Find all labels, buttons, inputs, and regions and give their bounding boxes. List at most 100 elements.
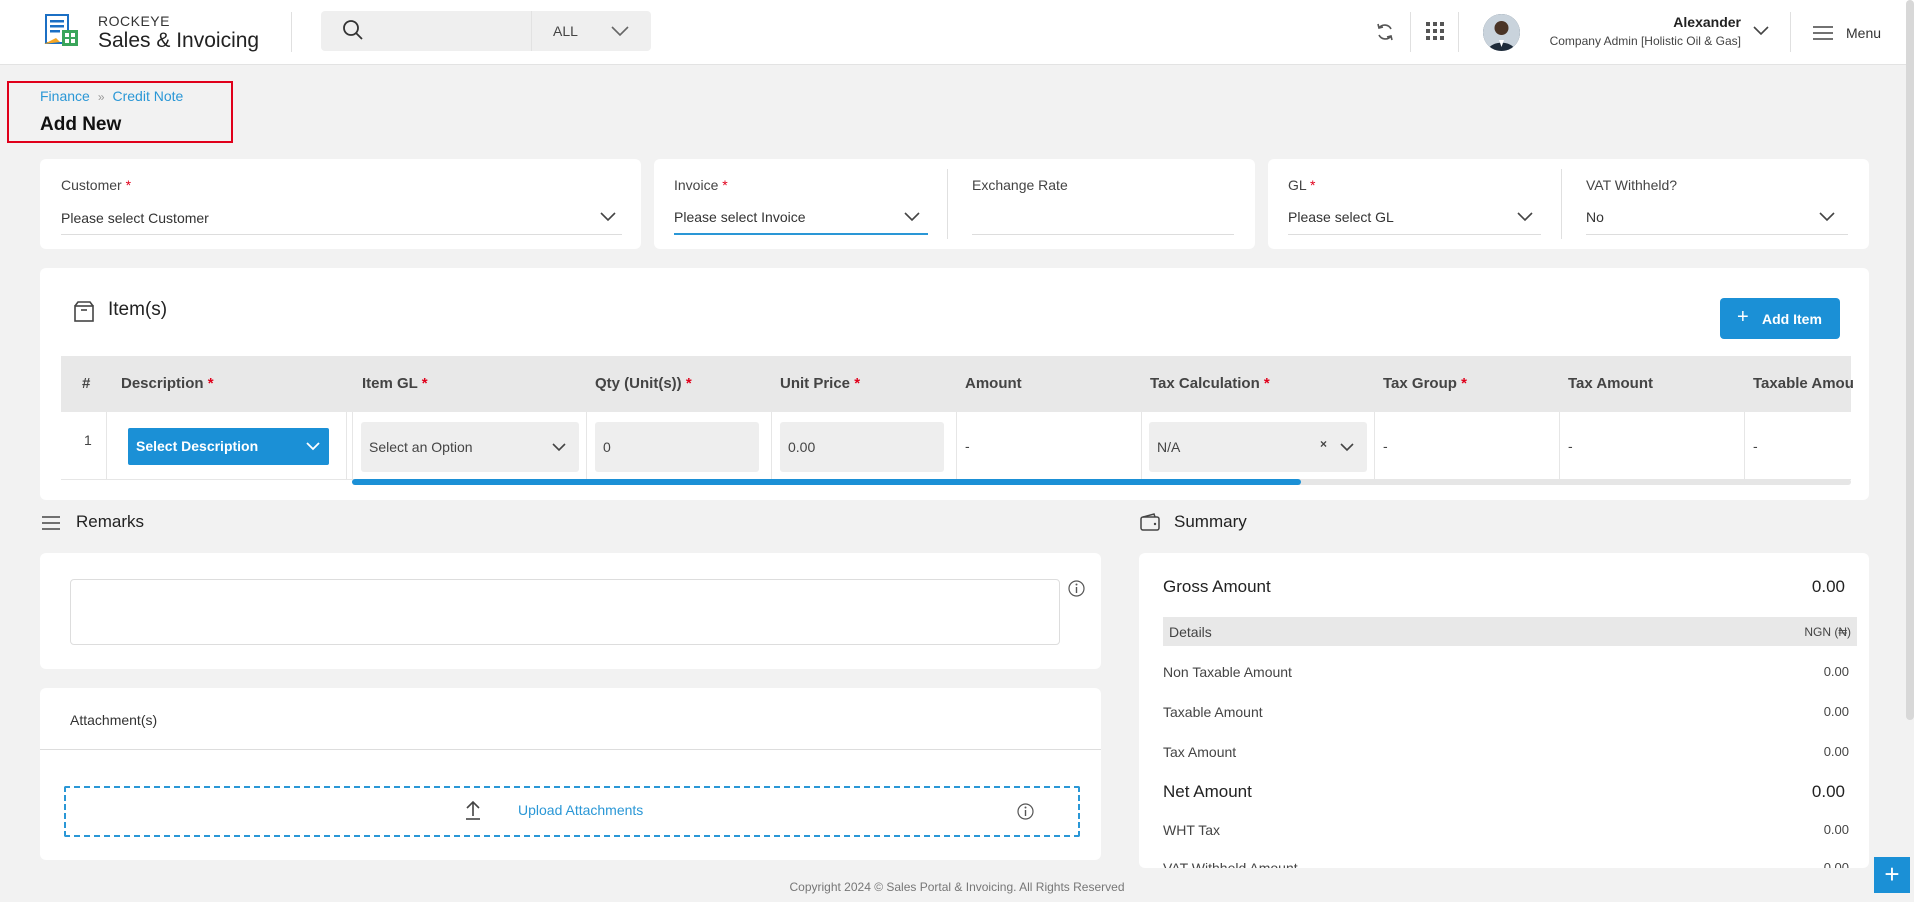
apps-grid-icon[interactable] xyxy=(1426,22,1444,40)
invoice-select[interactable]: Please select Invoice xyxy=(674,209,806,225)
global-search[interactable]: ALL xyxy=(321,11,651,51)
chevron-down-icon xyxy=(611,26,629,37)
list-lines-icon xyxy=(42,516,60,530)
menu-button-label[interactable]: Menu xyxy=(1846,25,1881,41)
gl-label: GL * xyxy=(1288,177,1316,193)
header-divider xyxy=(1410,12,1411,52)
tax-group-value: - xyxy=(1383,438,1388,454)
remarks-textarea[interactable] xyxy=(70,579,1060,645)
field-divider xyxy=(1561,169,1562,239)
cell-divider xyxy=(1744,412,1745,480)
items-section-title: Item(s) xyxy=(108,299,168,320)
vat-withheld-select[interactable]: No xyxy=(1586,209,1604,225)
info-icon[interactable] xyxy=(1017,803,1034,820)
amount-value: - xyxy=(965,438,970,454)
invoice-card: Invoice * Please select Invoice Exchange… xyxy=(654,159,1255,249)
gl-select[interactable]: Please select GL xyxy=(1288,209,1394,225)
upload-attachments-dropzone[interactable]: Upload Attachments xyxy=(64,786,1080,837)
header-divider xyxy=(1790,12,1791,52)
attachments-divider xyxy=(40,749,1101,750)
gl-underline xyxy=(1288,234,1541,235)
info-icon[interactable] xyxy=(1068,580,1085,597)
header-divider xyxy=(1458,12,1459,52)
invoice-underline-focused xyxy=(674,233,928,235)
cell-divider xyxy=(352,412,353,480)
brand-name: Sales & Invoicing xyxy=(98,29,260,52)
chevron-down-icon[interactable] xyxy=(903,210,921,224)
clear-icon[interactable]: × xyxy=(1320,437,1327,451)
col-description: Description * xyxy=(121,375,214,392)
chevron-down-icon xyxy=(306,442,320,451)
cell-divider xyxy=(771,412,772,480)
summary-title: Summary xyxy=(1174,512,1247,531)
chevron-down-icon[interactable] xyxy=(1818,210,1836,224)
chevron-down-icon[interactable] xyxy=(1752,24,1770,38)
chevron-down-icon xyxy=(552,443,566,452)
header-divider xyxy=(291,12,292,52)
taxable-amount-value: - xyxy=(1753,438,1758,454)
gross-amount-label: Gross Amount xyxy=(1163,577,1271,596)
customer-card: Customer * Please select Customer xyxy=(40,159,641,249)
col-tax-group: Tax Group * xyxy=(1383,375,1467,392)
user-name: Alexander xyxy=(1673,14,1741,30)
user-role: Company Admin [Holistic Oil & Gas] xyxy=(1549,34,1741,48)
unit-price-input[interactable]: 0.00 xyxy=(780,422,944,472)
col-qty: Qty (Unit(s)) * xyxy=(595,375,692,392)
refresh-icon[interactable] xyxy=(1375,22,1395,42)
breadcrumb-separator-icon: » xyxy=(97,90,105,104)
net-amount-label: Net Amount xyxy=(1163,782,1252,801)
exchange-rate-underline xyxy=(972,234,1234,235)
breadcrumb-finance-link[interactable]: Finance xyxy=(40,88,90,104)
box-icon xyxy=(74,301,94,322)
col-index: # xyxy=(82,375,91,392)
chevron-down-icon[interactable] xyxy=(599,210,617,224)
net-amount-value: 0.00 xyxy=(1811,782,1845,801)
details-label: Details xyxy=(1169,624,1212,640)
currency-label: NGN (₦) xyxy=(1804,625,1851,639)
hamburger-menu-icon[interactable] xyxy=(1813,25,1833,41)
floating-add-button[interactable]: + xyxy=(1874,857,1910,893)
wallet-icon xyxy=(1140,513,1160,531)
cell-divider xyxy=(586,412,587,480)
remarks-title: Remarks xyxy=(76,512,145,531)
vat-withheld-label: VAT Withheld? xyxy=(1586,177,1678,193)
footer-copyright: Copyright 2024 © Sales Portal & Invoicin… xyxy=(789,880,1125,894)
chevron-down-icon[interactable] xyxy=(1516,210,1534,224)
chevron-down-icon xyxy=(1340,443,1354,452)
vat-withheld-row-clipped: VAT Withheld Amount 0.00 xyxy=(1163,860,1849,868)
exchange-rate-label: Exchange Rate xyxy=(972,177,1068,193)
page-title: Add New xyxy=(40,114,122,135)
attachments-title: Attachment(s) xyxy=(70,712,158,728)
cell-divider xyxy=(1141,412,1142,480)
qty-input[interactable]: 0 xyxy=(595,422,759,472)
cell-divider xyxy=(1374,412,1375,480)
breadcrumb: Finance » Credit Note xyxy=(40,88,183,104)
customer-select[interactable]: Please select Customer xyxy=(61,210,209,226)
search-icon[interactable] xyxy=(342,19,364,41)
exchange-rate-input[interactable] xyxy=(972,209,1234,229)
vat-withheld-underline xyxy=(1586,234,1848,235)
search-scope-select[interactable]: ALL xyxy=(531,11,651,51)
customer-underline xyxy=(61,234,622,235)
customer-label: Customer * xyxy=(61,177,132,193)
field-divider xyxy=(947,169,948,239)
top-bar: ROCKEYE Sales & Invoicing ALL Alexander xyxy=(0,0,1914,65)
table-scrollbar-thumb[interactable] xyxy=(352,479,1301,485)
search-scope-label: ALL xyxy=(553,23,578,39)
col-item-gl: Item GL * xyxy=(362,375,428,392)
gross-amount-value: 0.00 xyxy=(1811,577,1845,596)
breadcrumb-credit-note-link[interactable]: Credit Note xyxy=(113,88,184,104)
avatar[interactable] xyxy=(1483,14,1520,51)
item-gl-select[interactable]: Select an Option xyxy=(361,422,579,472)
add-item-button[interactable]: + Add Item xyxy=(1720,298,1840,339)
upload-icon xyxy=(466,800,480,820)
page-scrollbar[interactable] xyxy=(1906,0,1914,720)
items-table-header: # Description * Item GL * Qty (Unit(s)) … xyxy=(61,356,1854,412)
cell-divider xyxy=(346,412,347,480)
col-tax-amount: Tax Amount xyxy=(1568,375,1653,392)
tax-calculation-select[interactable]: N/A × xyxy=(1149,422,1367,472)
details-header: Details NGN (₦) xyxy=(1163,617,1857,646)
plus-icon: + xyxy=(1737,306,1749,328)
upload-attachments-label[interactable]: Upload Attachments xyxy=(518,802,643,818)
description-select[interactable]: Select Description xyxy=(128,428,329,465)
